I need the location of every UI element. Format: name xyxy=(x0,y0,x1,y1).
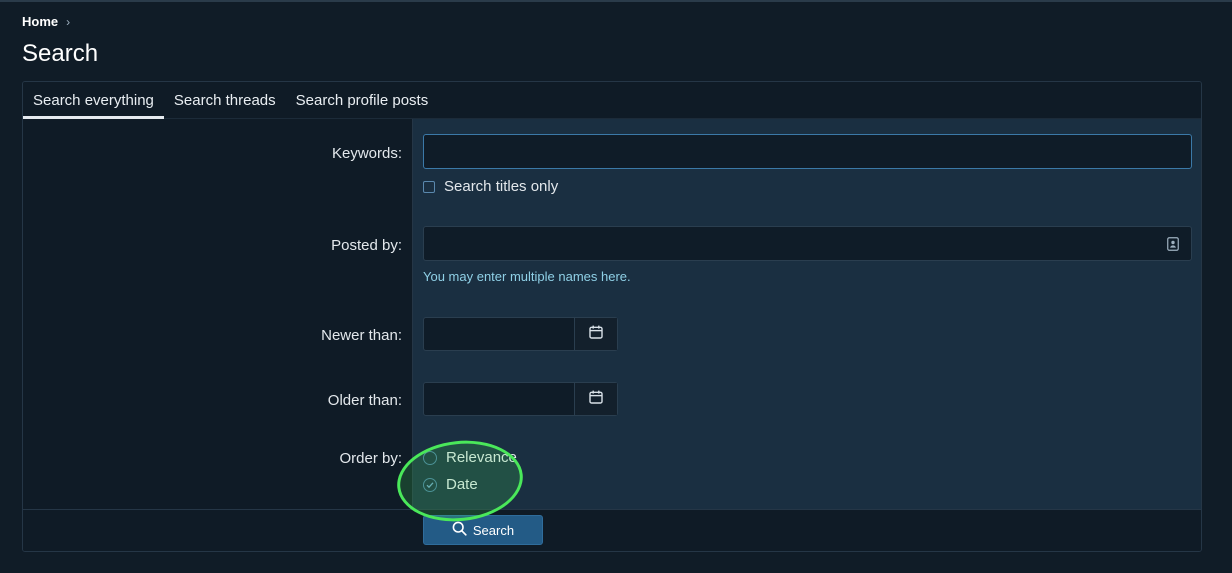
breadcrumb-home-link[interactable]: Home xyxy=(22,14,58,29)
newer-than-calendar-button[interactable] xyxy=(574,318,617,350)
calendar-icon xyxy=(589,390,603,409)
order-date-radio[interactable] xyxy=(423,477,437,492)
tab-search-profile-posts[interactable]: Search profile posts xyxy=(286,82,439,119)
top-border xyxy=(0,0,1232,2)
chevron-right-icon: › xyxy=(66,14,71,29)
order-relevance-label: Relevance xyxy=(446,449,517,466)
calendar-icon xyxy=(589,325,603,344)
keywords-input[interactable] xyxy=(424,135,1191,168)
order-by-label: Order by: xyxy=(339,450,402,467)
older-than-calendar-button[interactable] xyxy=(574,383,617,415)
posted-by-input[interactable] xyxy=(424,227,1191,260)
search-tabs: Search everything Search threads Search … xyxy=(23,82,1201,119)
order-date-option[interactable]: Date xyxy=(423,476,478,493)
older-than-field xyxy=(424,383,574,415)
older-than-input[interactable] xyxy=(424,383,574,415)
order-relevance-radio[interactable] xyxy=(423,450,437,465)
search-titles-only-option[interactable]: Search titles only xyxy=(423,178,558,195)
keywords-field xyxy=(423,134,1192,169)
order-relevance-option[interactable]: Relevance xyxy=(423,449,517,466)
search-button[interactable]: Search xyxy=(423,515,543,545)
tab-search-threads[interactable]: Search threads xyxy=(164,82,286,119)
search-block: Search everything Search threads Search … xyxy=(22,81,1202,552)
newer-than-input[interactable] xyxy=(424,318,574,350)
older-than-group xyxy=(423,382,618,416)
search-titles-only-checkbox[interactable] xyxy=(423,180,435,193)
tab-search-everything[interactable]: Search everything xyxy=(23,82,164,119)
search-titles-only-label: Search titles only xyxy=(444,178,559,195)
newer-than-field xyxy=(424,318,574,350)
newer-than-group xyxy=(423,317,618,351)
contact-card-icon xyxy=(1167,237,1179,256)
form-labels-column: Keywords: Posted by: Newer than: Older t… xyxy=(23,119,412,509)
posted-by-label: Posted by: xyxy=(331,237,402,254)
newer-than-label: Newer than: xyxy=(321,327,402,344)
posted-by-field xyxy=(423,226,1192,261)
search-icon xyxy=(452,521,467,539)
search-button-label: Search xyxy=(472,522,515,538)
page-title: Search xyxy=(22,40,99,67)
order-date-label: Date xyxy=(446,476,478,493)
breadcrumb: Home › xyxy=(22,14,70,29)
form-footer: Search xyxy=(23,509,1201,551)
keywords-label: Keywords: xyxy=(331,145,402,162)
form-fields-column: Search titles only You may enter multipl… xyxy=(412,119,1201,509)
older-than-label: Older than: xyxy=(327,392,402,409)
posted-by-hint: You may enter multiple names here. xyxy=(423,269,631,284)
check-icon xyxy=(426,481,434,488)
